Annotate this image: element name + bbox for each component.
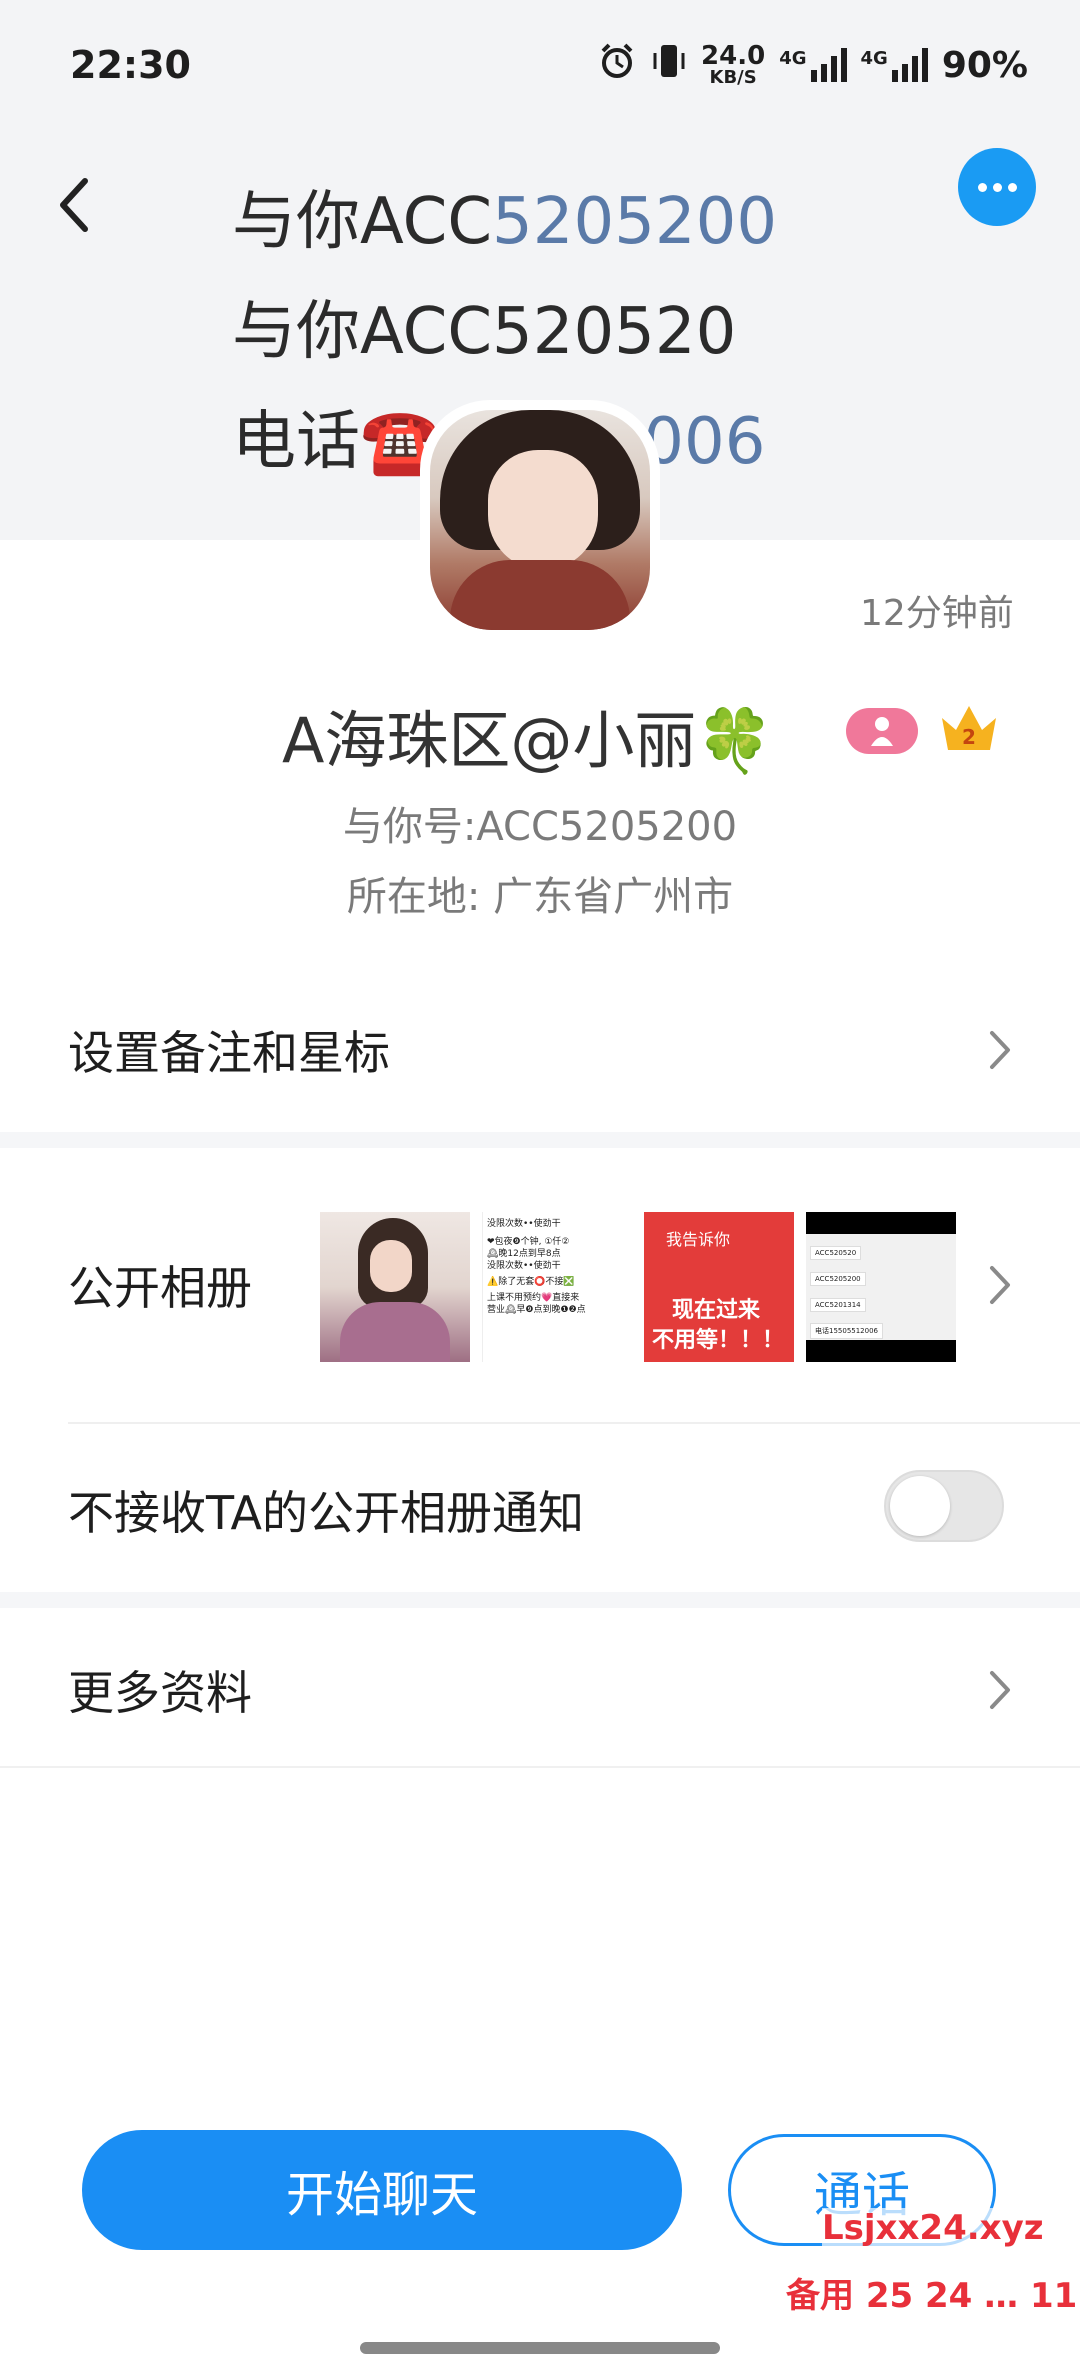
avatar-photo xyxy=(430,410,650,630)
status-bar: 22:30 24.0 KB/S 4G 4G 90% xyxy=(0,0,1080,130)
public-album-label: 公开相册 xyxy=(68,1261,252,1315)
album-thumbnail[interactable]: ACC520520 ACC5205200 ACC5201314 电话155055… xyxy=(806,1212,956,1362)
album-thumbnails: 没限次数••使劲干 ❤包夜❾个钟, ①仟② 🕰晚12点到早8点 没限次数••使劲… xyxy=(320,1212,956,1362)
person-badge-icon xyxy=(846,708,918,754)
cover-text-line: 与你ACC5205200 xyxy=(232,185,778,259)
home-indicator[interactable] xyxy=(360,2342,720,2354)
section-divider xyxy=(0,1132,1080,1148)
alarm-icon xyxy=(597,41,637,90)
album-thumbnail[interactable] xyxy=(320,1212,470,1362)
account-id: 与你号:ACC5205200 xyxy=(342,804,738,850)
cover-text-line: 与你ACC520520 xyxy=(232,295,737,369)
watermark-text: Lsjxx24.xyz xyxy=(822,2208,1044,2248)
toggle-knob xyxy=(890,1476,950,1536)
album-notification-toggle[interactable] xyxy=(884,1470,1004,1542)
more-info-label: 更多资料 xyxy=(68,1666,252,1720)
vibrate-icon xyxy=(651,41,687,90)
net-speed: 24.0 KB/S xyxy=(701,41,766,88)
avatar[interactable] xyxy=(420,400,660,640)
album-thumbnail[interactable]: 我告诉你 现在过来 不用等！！！ xyxy=(644,1212,794,1362)
dot-icon xyxy=(1007,182,1017,192)
last-active-time: 12分钟前 xyxy=(860,593,1014,634)
album-thumbnail[interactable]: 没限次数••使劲干 ❤包夜❾个钟, ①仟② 🕰晚12点到早8点 没限次数••使劲… xyxy=(482,1212,632,1362)
back-arrow-icon[interactable] xyxy=(40,170,110,240)
dot-icon xyxy=(977,182,987,192)
status-time: 22:30 xyxy=(70,43,191,87)
set-remark-label: 设置备注和星标 xyxy=(68,1026,390,1080)
chevron-right-icon xyxy=(980,1660,1020,1720)
start-chat-button[interactable]: 开始聊天 xyxy=(82,2130,682,2250)
chevron-right-icon xyxy=(980,1255,1020,1315)
dot-icon xyxy=(992,182,1002,192)
signal-icon-2: 4G xyxy=(861,48,928,82)
location: 所在地: 广东省广州市 xyxy=(346,874,734,920)
watermark-text: 备用 25 24 … 11 xyxy=(786,2276,1078,2316)
status-icons: 24.0 KB/S 4G 4G 90% xyxy=(597,41,1028,90)
crown-level-icon: 2 xyxy=(938,700,1000,756)
more-info-row[interactable]: 更多资料 xyxy=(0,1610,1080,1770)
display-name: A海珠区@小丽🍀 xyxy=(282,704,774,777)
row-divider xyxy=(0,1766,1080,1768)
signal-icon-1: 4G xyxy=(779,48,847,82)
battery-level: 90% xyxy=(941,44,1028,86)
section-divider xyxy=(0,1592,1080,1608)
more-options-button[interactable] xyxy=(958,148,1036,226)
svg-text:2: 2 xyxy=(962,725,976,749)
album-notification-label: 不接收TA的公开相册通知 xyxy=(68,1486,584,1540)
chevron-right-icon xyxy=(980,1020,1020,1080)
set-remark-row[interactable]: 设置备注和星标 xyxy=(0,990,1080,1110)
row-divider xyxy=(68,1422,1080,1424)
